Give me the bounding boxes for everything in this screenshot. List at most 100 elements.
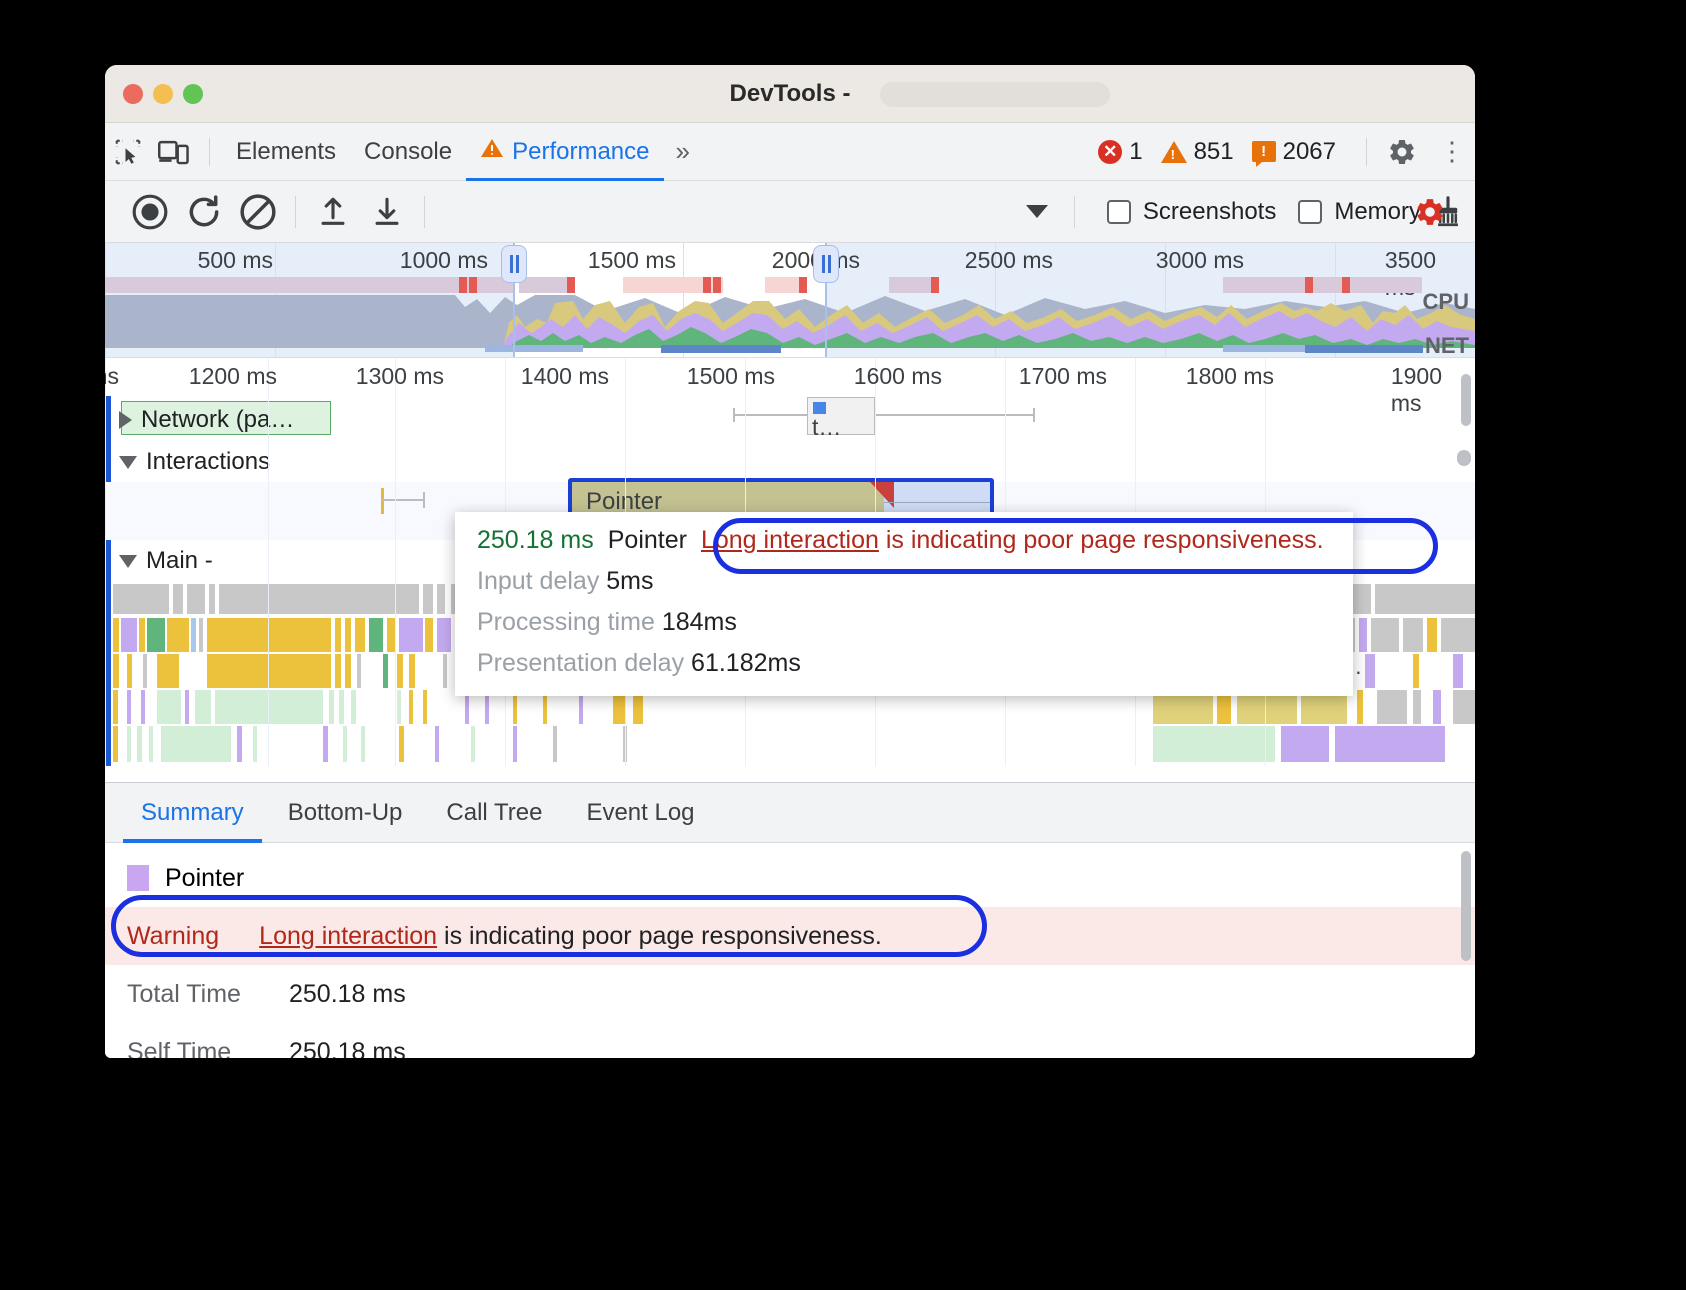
maximize-window-button[interactable] — [183, 84, 203, 104]
summary-warning-text: Long interaction is indicating poor page… — [259, 922, 882, 951]
tooltip-row-processing-time: Processing time 184ms — [477, 608, 1331, 637]
more-tabs-button[interactable]: » — [664, 136, 699, 167]
tooltip-row-presentation-delay: Presentation delay 61.182ms — [477, 649, 1331, 678]
chevron-right-icon[interactable] — [119, 411, 132, 429]
gear-icon[interactable] — [1379, 132, 1425, 172]
tooltip-row-presentation-delay-label: Presentation delay — [477, 649, 684, 677]
tooltip-warning-rest: is indicating poor page responsiveness. — [879, 526, 1324, 554]
tooltip-warning-link[interactable]: Long interaction — [701, 526, 879, 554]
overview-ruler: 500 ms 1000 ms 1500 ms 2000 ms 2500 ms 3… — [105, 243, 1475, 277]
tab-bottom-up[interactable]: Bottom-Up — [270, 783, 421, 843]
timeline-overview[interactable]: 500 ms 1000 ms 1500 ms 2000 ms 2500 ms 3… — [105, 243, 1475, 358]
track-interactions-label: Interactions — [146, 448, 270, 476]
tooltip-warning: Long interaction is indicating poor page… — [701, 526, 1324, 555]
interaction-minor-tick — [381, 488, 384, 514]
inspect-icon[interactable] — [105, 132, 151, 172]
timeline-flamechart[interactable]: ms 1200 ms 1300 ms 1400 ms 1500 ms 1600 … — [105, 358, 1475, 766]
window-controls[interactable] — [123, 84, 203, 104]
tooltip-row-input-delay: Input delay 5ms — [477, 567, 1331, 596]
summary-self-time-row: Self Time 250.18 ms — [105, 1023, 1475, 1058]
summary-scrollbar-thumb[interactable] — [1461, 851, 1471, 961]
tab-event-log-label: Event Log — [586, 799, 694, 827]
info-count[interactable]: ! 2067 — [1252, 138, 1336, 166]
tab-console[interactable]: Console — [350, 123, 466, 181]
reload-record-icon[interactable] — [177, 190, 231, 234]
summary-self-time-label: Self Time — [127, 1038, 289, 1059]
tab-call-tree[interactable]: Call Tree — [428, 783, 560, 843]
tooltip-row-input-delay-value: 5ms — [606, 567, 653, 595]
flame-tick-7: 1800 ms — [1186, 363, 1282, 390]
tab-call-tree-label: Call Tree — [446, 799, 542, 827]
track-interactions[interactable]: Interactions — [105, 442, 1475, 482]
overview-right-handle[interactable] — [813, 245, 839, 283]
details-tabs: Summary Bottom-Up Call Tree Event Log — [105, 783, 1475, 843]
summary-total-time-value: 250.18 ms — [289, 980, 406, 1009]
flamechart-scrollbar-thumb[interactable] — [1461, 374, 1471, 426]
summary-total-time-label: Total Time — [127, 980, 289, 1009]
chevron-down-icon-main[interactable] — [119, 555, 137, 568]
summary-event-row: Pointer — [105, 849, 1475, 907]
window-titlebar: DevTools - — [105, 65, 1475, 123]
tab-elements[interactable]: Elements — [222, 123, 350, 181]
event-color-swatch — [127, 865, 149, 891]
screenshots-checkbox[interactable]: Screenshots — [1107, 198, 1276, 226]
warning-count[interactable]: 851 — [1161, 138, 1234, 166]
issue-counts: ✕ 1 851 ! 2067 — [1098, 138, 1379, 166]
kebab-menu-icon[interactable]: ⋮ — [1439, 144, 1463, 158]
devtools-tabbar: Elements Console Performance » ✕ 1 851 — [105, 123, 1475, 181]
toolbar-divider — [209, 138, 210, 166]
overview-cpu-chart — [105, 293, 1475, 348]
close-window-button[interactable] — [123, 84, 143, 104]
flame-tick-4: 1500 ms — [687, 363, 783, 390]
tooltip-event-name: Pointer — [608, 526, 687, 555]
summary-body: Pointer Warning Long interaction is indi… — [105, 843, 1475, 1058]
summary-event-name: Pointer — [165, 864, 244, 893]
overview-cpu-label: CPU — [1423, 289, 1469, 315]
chevron-down-icon[interactable] — [1026, 205, 1048, 218]
overview-left-handle[interactable] — [501, 245, 527, 283]
clear-icon[interactable] — [231, 190, 285, 234]
chevron-down-icon[interactable] — [119, 456, 137, 469]
tab-summary[interactable]: Summary — [123, 783, 262, 843]
device-toolbar-icon[interactable] — [151, 132, 197, 172]
toolbar-divider-1 — [295, 196, 296, 228]
interaction-minor-whisker — [381, 499, 425, 501]
overview-tick-1: 1000 ms — [400, 247, 495, 274]
capture-settings-gear-icon[interactable] — [1403, 190, 1457, 234]
devtools-window: DevTools - Elements Console — [105, 65, 1475, 1058]
summary-warning-row: Warning Long interaction is indicating p… — [105, 907, 1475, 965]
tab-performance-label: Performance — [512, 138, 649, 166]
tab-summary-label: Summary — [141, 799, 244, 827]
tooltip-header: 250.18 ms Pointer Long interaction is in… — [477, 526, 1331, 555]
record-icon[interactable] — [123, 190, 177, 234]
flame-tick-6: 1700 ms — [1019, 363, 1115, 390]
performance-toolbar: Screenshots Memory — [105, 181, 1475, 243]
flame-tick-1: 1200 ms — [189, 363, 285, 390]
track-network[interactable]: Network (pa… t… — [105, 398, 1475, 442]
summary-warning-link[interactable]: Long interaction — [259, 922, 437, 950]
tooltip-row-processing-time-label: Processing time — [477, 608, 655, 636]
tooltip-row-processing-time-value: 184ms — [662, 608, 737, 636]
info-icon: ! — [1252, 141, 1276, 162]
filter-area — [435, 205, 1064, 218]
tab-performance[interactable]: Performance — [466, 123, 663, 181]
flamechart-scrollbar-thumb-2[interactable] — [1457, 450, 1471, 466]
minimize-window-button[interactable] — [153, 84, 173, 104]
window-title: DevTools - — [105, 80, 1475, 108]
event-tooltip: 250.18 ms Pointer Long interaction is in… — [455, 512, 1353, 696]
tab-event-log[interactable]: Event Log — [568, 783, 712, 843]
track-network-label: Network (pa… — [141, 406, 294, 434]
screenshots-checkbox-box[interactable] — [1107, 200, 1131, 224]
tooltip-row-input-delay-label: Input delay — [477, 567, 599, 595]
summary-total-time-row: Total Time 250.18 ms — [105, 965, 1475, 1023]
warning-triangle-icon — [480, 137, 504, 166]
track-main-label: Main - — [146, 547, 213, 575]
warning-count-value: 851 — [1194, 138, 1234, 166]
download-icon[interactable] — [360, 190, 414, 234]
error-count[interactable]: ✕ 1 — [1098, 138, 1142, 166]
memory-checkbox-box[interactable] — [1298, 200, 1322, 224]
tab-bottom-up-label: Bottom-Up — [288, 799, 403, 827]
summary-self-time-value: 250.18 ms — [289, 1038, 406, 1059]
upload-icon[interactable] — [306, 190, 360, 234]
warning-icon — [1161, 141, 1187, 163]
